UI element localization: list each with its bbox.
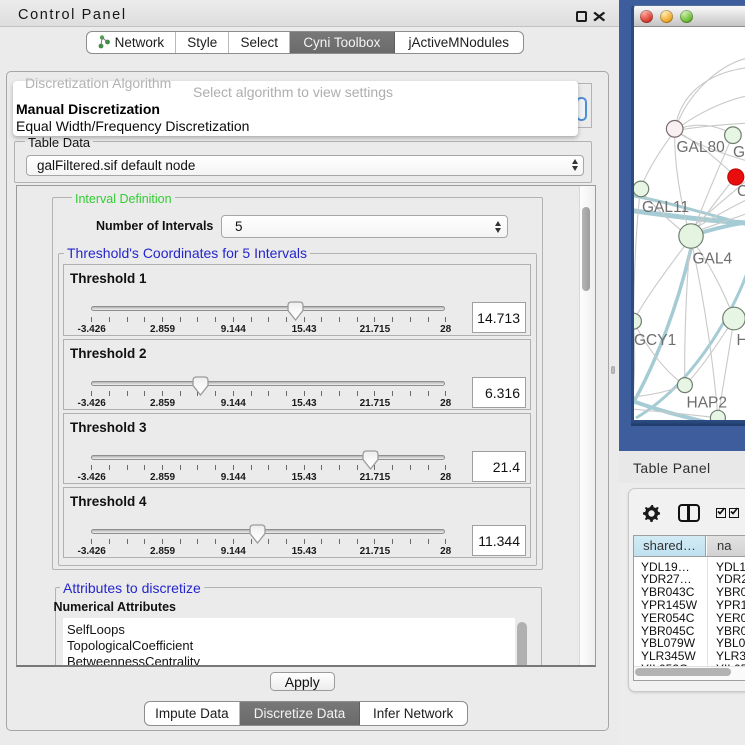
- svg-text:GAL4: GAL4: [693, 251, 733, 268]
- svg-text:GAL80: GAL80: [677, 139, 726, 156]
- svg-text:GAL11: GAL11: [642, 199, 689, 216]
- svg-text:HAP2: HAP2: [687, 395, 728, 412]
- svg-text:CY: CY: [737, 183, 745, 200]
- svg-text:GAL3: GAL3: [733, 144, 745, 161]
- svg-text:HIS: HIS: [737, 332, 745, 349]
- svg-text:GCY1: GCY1: [634, 332, 676, 349]
